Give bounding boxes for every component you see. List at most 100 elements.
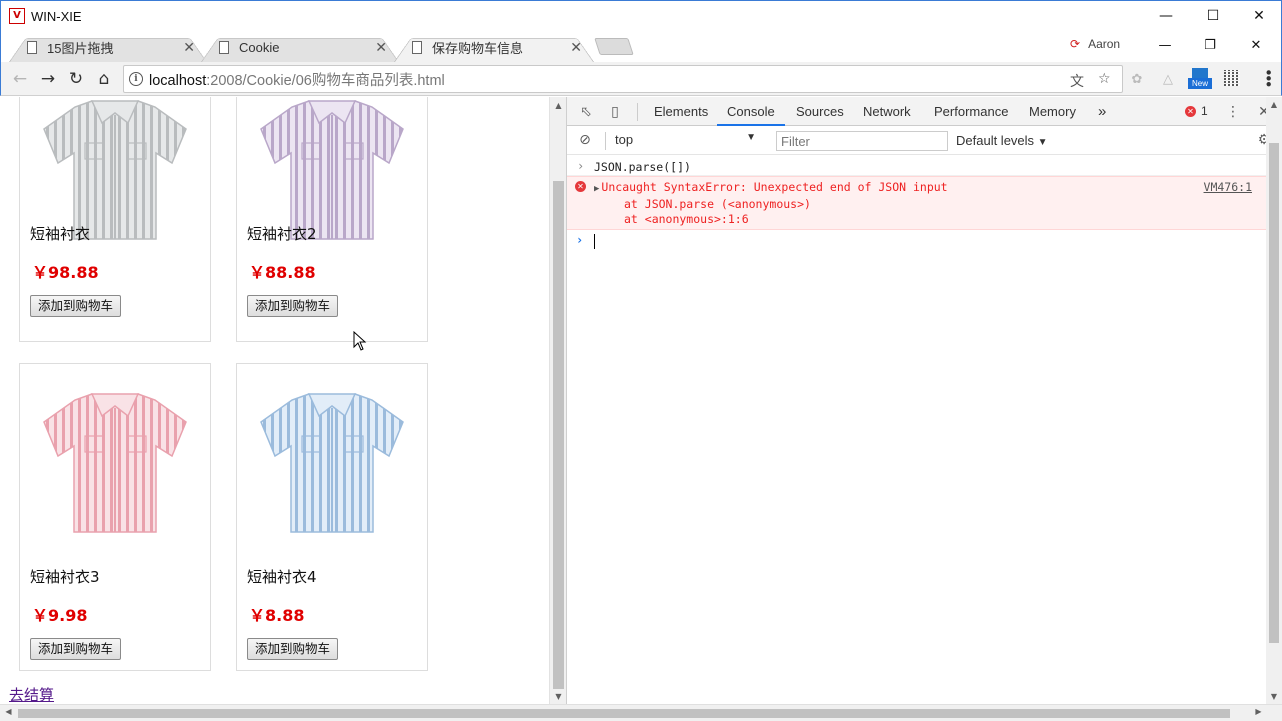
page-vertical-scrollbar[interactable]: ▲ ▼ xyxy=(549,97,566,704)
window-title: WIN-XIE xyxy=(31,8,82,24)
scroll-left-icon[interactable]: ◀ xyxy=(0,707,17,716)
console-prompt[interactable]: › xyxy=(567,230,1266,252)
tab-close-icon[interactable]: ✕ xyxy=(183,39,195,56)
shirt-image xyxy=(260,100,404,240)
horizontal-scrollbar[interactable]: ◀ ▶ xyxy=(0,704,1282,721)
add-to-cart-button[interactable]: 添加到购物车 xyxy=(30,638,122,660)
tab-cookie[interactable]: Cookie ✕ xyxy=(201,33,399,62)
close-icon[interactable]: ✕ xyxy=(1236,1,1282,31)
translate-icon[interactable]: 文 xyxy=(1070,71,1084,91)
product-name: 短袖衬衣 xyxy=(30,225,91,243)
context-selector[interactable]: top ▼ xyxy=(615,132,758,150)
stack-frame: at <anonymous>:1:6 xyxy=(624,212,749,226)
window-title-bar: V WIN-XIE — ☐ ✕ xyxy=(0,0,1282,31)
devtools-tab-memory[interactable]: Memory xyxy=(1029,97,1076,126)
error-icon: ✕ xyxy=(1185,105,1196,117)
profile-button[interactable]: ⟳ Aaron xyxy=(1070,37,1120,51)
mouse-pointer-icon xyxy=(353,331,367,351)
home-icon[interactable]: ⌂ xyxy=(92,67,116,91)
product-price: ￥8.88 xyxy=(249,606,305,625)
prompt-chevron-icon: › xyxy=(576,233,584,247)
tab-close-icon[interactable]: ✕ xyxy=(570,39,582,56)
devtools-vertical-scrollbar[interactable]: ▲ ▼ xyxy=(1266,97,1282,704)
scroll-right-icon[interactable]: ▶ xyxy=(1250,707,1267,716)
page-icon xyxy=(412,41,422,54)
extension-leaf-icon[interactable]: ✿ xyxy=(1128,70,1146,88)
bookmark-star-icon[interactable]: ☆ xyxy=(1098,71,1111,87)
devtools-tab-performance[interactable]: Performance xyxy=(934,97,1008,126)
product-card: 短袖衬衣2 ￥88.88 添加到购物车 xyxy=(236,97,428,342)
tab-save-cart[interactable]: 保存购物车信息 ✕ xyxy=(394,33,594,62)
error-message: Uncaught SyntaxError: Unexpected end of … xyxy=(601,180,948,194)
product-card: 短袖衬衣4 ￥8.88 添加到购物车 xyxy=(236,363,428,671)
error-source-link[interactable]: VM476:1 xyxy=(1204,180,1252,195)
devtools-menu-icon[interactable]: ⋮ xyxy=(1224,103,1242,121)
reload-icon[interactable]: ↻ xyxy=(64,67,88,91)
error-icon: ✕ xyxy=(575,181,586,192)
minimize-icon[interactable]: — xyxy=(1143,1,1189,31)
browser-toolbar: ← → ↻ ⌂ i localhost:2008/Cookie/06购物车商品列… xyxy=(0,62,1282,96)
scrollbar-thumb[interactable] xyxy=(18,709,1230,718)
product-price: ￥9.98 xyxy=(32,606,88,625)
scroll-down-icon[interactable]: ▼ xyxy=(550,692,567,701)
expand-triangle-icon[interactable]: ▶ xyxy=(594,184,599,194)
url-text[interactable]: localhost:2008/Cookie/06购物车商品列表.html xyxy=(149,69,445,90)
tab-label: Cookie xyxy=(239,40,280,55)
product-price: ￥98.88 xyxy=(32,263,99,282)
console-input-entry: › JSON.parse([]) xyxy=(567,156,1266,176)
shirt-image xyxy=(43,100,187,240)
add-to-cart-button[interactable]: 添加到购物车 xyxy=(247,638,339,660)
qr-code-icon[interactable] xyxy=(1224,70,1240,86)
devtools-panel: ⬁ ▯ Elements Console Sources Network Per… xyxy=(566,97,1282,704)
console-filter-input[interactable] xyxy=(776,131,948,151)
shirt-image xyxy=(260,393,404,533)
tab-close-icon[interactable]: ✕ xyxy=(375,39,387,56)
angular-extension-icon[interactable]: △ xyxy=(1159,70,1177,88)
tab-label: 15图片拖拽 xyxy=(47,41,114,56)
error-count: 1 xyxy=(1201,104,1208,118)
device-toolbar-icon[interactable]: ▯ xyxy=(606,103,624,121)
page-viewport: 短袖衬衣 ￥98.88 添加到购物车 短袖衬衣2 ￥88.88 添加到购物车 短… xyxy=(1,97,548,704)
scroll-up-icon[interactable]: ▲ xyxy=(550,101,567,110)
devtools-tab-sources[interactable]: Sources xyxy=(796,97,844,126)
inspect-element-icon[interactable]: ⬁ xyxy=(577,103,595,121)
scrollbar-thumb[interactable] xyxy=(553,181,564,689)
checkout-link[interactable]: 去结算 xyxy=(9,684,54,704)
tab-label: 保存购物车信息 xyxy=(432,41,524,56)
back-icon[interactable]: ← xyxy=(8,67,32,91)
browser-restore-icon[interactable]: ❐ xyxy=(1187,31,1233,59)
stack-frame: at JSON.parse (<anonymous>) xyxy=(624,197,811,211)
site-info-icon[interactable]: i xyxy=(129,72,143,86)
product-name: 短袖衬衣3 xyxy=(30,568,100,586)
more-tabs-icon[interactable]: » xyxy=(1098,97,1106,126)
console-command: JSON.parse([]) xyxy=(594,160,691,174)
clear-console-icon[interactable]: ⊘ xyxy=(576,131,594,149)
new-extension-icon[interactable]: New xyxy=(1188,68,1212,90)
maximize-icon[interactable]: ☐ xyxy=(1190,1,1236,31)
tab-drag-image[interactable]: 15图片拖拽 ✕ xyxy=(9,33,207,62)
profile-name: Aaron xyxy=(1088,37,1121,51)
product-name: 短袖衬衣4 xyxy=(247,568,317,586)
console-error-entry[interactable]: ✕ ▶ Uncaught SyntaxError: Unexpected end … xyxy=(567,176,1266,230)
product-name: 短袖衬衣2 xyxy=(247,225,317,243)
devtools-tab-console[interactable]: Console xyxy=(717,97,785,126)
browser-minimize-icon[interactable]: — xyxy=(1142,31,1188,59)
scroll-down-icon[interactable]: ▼ xyxy=(1266,692,1282,701)
app-logo-icon: V xyxy=(9,8,25,24)
text-caret xyxy=(594,234,595,249)
menu-kebab-icon[interactable]: ••• xyxy=(1259,68,1277,86)
address-bar[interactable]: i localhost:2008/Cookie/06购物车商品列表.html 文… xyxy=(123,65,1123,93)
product-card: 短袖衬衣 ￥98.88 添加到购物车 xyxy=(19,97,211,342)
browser-close-icon[interactable]: ✕ xyxy=(1233,31,1279,59)
add-to-cart-button[interactable]: 添加到购物车 xyxy=(247,295,339,317)
devtools-tab-elements[interactable]: Elements xyxy=(654,97,708,126)
error-counter[interactable]: ✕ 1 xyxy=(1185,104,1208,118)
add-to-cart-button[interactable]: 添加到购物车 xyxy=(30,295,122,317)
scrollbar-thumb[interactable] xyxy=(1269,143,1279,643)
devtools-tab-network[interactable]: Network xyxy=(863,97,911,126)
product-card: 短袖衬衣3 ￥9.98 添加到购物车 xyxy=(19,363,211,671)
log-levels-dropdown[interactable]: Default levels ▼ xyxy=(956,133,1048,148)
forward-icon[interactable]: → xyxy=(36,67,60,91)
scroll-up-icon[interactable]: ▲ xyxy=(1266,100,1282,109)
new-tab-button[interactable] xyxy=(594,38,634,55)
